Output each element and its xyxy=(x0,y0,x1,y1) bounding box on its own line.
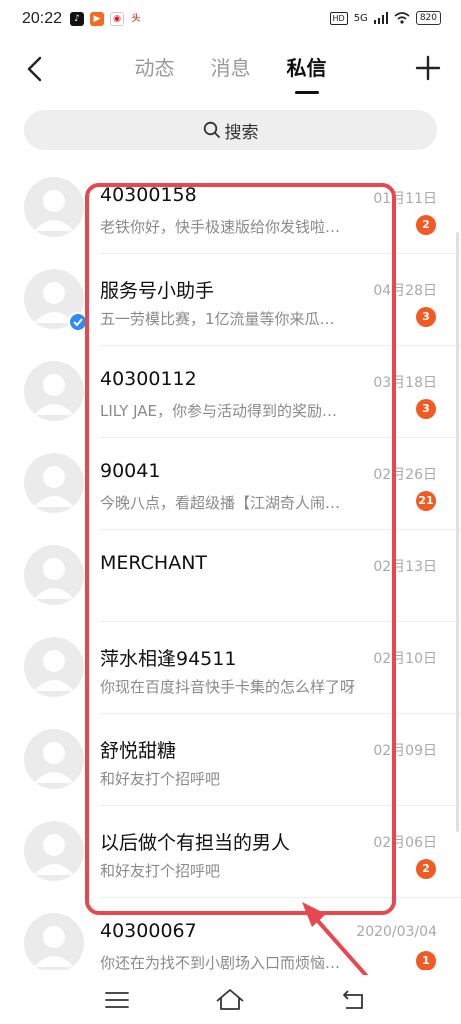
message-date: 02月09日 xyxy=(373,743,437,759)
contact-name: 以后做个有担当的男人 xyxy=(100,832,291,854)
active-tab-indicator xyxy=(294,91,319,94)
tab-dongtai[interactable]: 动态 xyxy=(117,54,193,82)
message-date: 04月28日 xyxy=(373,283,437,299)
tab-bar: 动态 消息 私信 xyxy=(0,54,461,94)
wifi-icon xyxy=(394,12,410,24)
battery-icon: 820 xyxy=(415,11,441,25)
contact-name: MERCHANT xyxy=(100,552,208,574)
status-right: HD 5G 820 xyxy=(329,11,441,25)
search-icon xyxy=(203,121,220,138)
search-bar[interactable]: 搜索 xyxy=(24,110,437,150)
conversation-row[interactable]: 40300112 03月18日 LILY JAE，你参与活动得到的奖励… 3 xyxy=(0,346,461,438)
signal-icon xyxy=(373,12,388,24)
contact-name: 40300158 xyxy=(100,184,197,206)
weibo-icon: ◉ xyxy=(110,12,124,26)
message-date: 02月06日 xyxy=(373,835,437,851)
avatar[interactable] xyxy=(24,545,84,605)
conversation-row[interactable]: 40300067 2020/03/04 你还在为找不到小剧场入口而烦恼… 1 xyxy=(0,898,461,970)
avatar[interactable] xyxy=(24,821,84,881)
scrollbar[interactable] xyxy=(456,232,459,832)
conversation-row[interactable]: 以后做个有担当的男人 02月06日和好友打个招呼吧 2 xyxy=(0,806,461,898)
message-date: 02月13日 xyxy=(373,559,437,575)
avatar[interactable] xyxy=(24,637,84,697)
tab-xiaoxi[interactable]: 消息 xyxy=(193,54,269,82)
menu-icon[interactable] xyxy=(100,983,134,1017)
avatar[interactable] xyxy=(24,729,84,789)
system-nav-bar xyxy=(0,975,461,1024)
top-header: 动态 消息 私信 xyxy=(0,40,461,100)
avatar[interactable] xyxy=(24,177,84,237)
conversation-row[interactable]: 40300158 01月11日老铁你好，快手极速版给你发钱啦… 2 xyxy=(0,162,461,254)
back-nav-icon[interactable] xyxy=(336,983,370,1017)
conversation-row[interactable]: 萍水相逢94511 02月10日你现在百度抖音快手卡集的怎么样了呀 xyxy=(0,622,461,714)
message-date: 2020/03/04 xyxy=(356,924,437,940)
home-icon[interactable] xyxy=(213,983,247,1017)
conversation-row[interactable]: 舒悦甜糖 02月09日和好友打个招呼吧 xyxy=(0,714,461,806)
contact-name: 40300067 xyxy=(100,920,197,942)
status-time: 20:22 xyxy=(22,10,63,27)
douyin-icon: ♪ xyxy=(70,12,84,26)
contact-name: 90041 xyxy=(100,460,161,482)
contact-name: 舒悦甜糖 xyxy=(100,740,177,762)
contact-name: 40300112 xyxy=(100,368,197,390)
unread-badge: 2 xyxy=(416,859,436,879)
verified-check-icon xyxy=(68,312,88,332)
conversation-list[interactable]: 40300158 01月11日老铁你好，快手极速版给你发钱啦… 2 服务号小助手 04月… xyxy=(0,162,461,970)
avatar[interactable] xyxy=(24,361,84,421)
signal-label: 5G xyxy=(353,12,368,24)
avatar[interactable] xyxy=(24,453,84,513)
message-date: 02月10日 xyxy=(373,651,437,667)
contact-name: 萍水相逢94511 xyxy=(100,648,237,670)
message-date: 03月18日 xyxy=(373,375,437,391)
message-date: 02月26日 xyxy=(373,467,437,483)
message-preview: 老铁你好，快手极速版给你发钱啦… xyxy=(100,218,341,236)
message-preview: LILY JAE，你参与活动得到的奖励… xyxy=(100,402,337,420)
message-preview: 你现在百度抖音快手卡集的怎么样了呀 xyxy=(100,678,356,696)
tab-sixin[interactable]: 私信 xyxy=(269,54,345,94)
search-placeholder: 搜索 xyxy=(224,122,259,143)
avatar[interactable] xyxy=(24,913,84,970)
toutiao-icon: 头 xyxy=(130,12,142,26)
unread-badge: 3 xyxy=(416,399,436,419)
message-preview: 和好友打个招呼吧 xyxy=(100,770,221,788)
message-preview: 你还在为找不到小剧场入口而烦恼… xyxy=(100,954,341,970)
plus-icon[interactable] xyxy=(415,54,441,82)
conversation-row[interactable]: MERCHANT 02月13日 xyxy=(0,530,461,622)
status-bar: 20:22 ♪ ▶ ◉ 头 HD 5G 820 xyxy=(0,0,461,40)
hd-icon: HD xyxy=(329,11,348,25)
status-app-icons: ♪ ▶ ◉ 头 xyxy=(70,12,142,26)
message-preview: 和好友打个招呼吧 xyxy=(100,862,221,880)
unread-badge: 3 xyxy=(416,307,436,327)
unread-badge: 1 xyxy=(416,951,436,970)
message-date: 01月11日 xyxy=(373,191,437,207)
kuaishou-icon: ▶ xyxy=(90,12,104,26)
message-preview: 五一劳模比赛，1亿流量等你来瓜… xyxy=(100,310,335,328)
unread-badge: 21 xyxy=(416,491,436,511)
conversation-row[interactable]: 服务号小助手 04月28日五一劳模比赛，1亿流量等你来瓜… 3 xyxy=(0,254,461,346)
conversation-row[interactable]: 90041 02月26日今晚八点，看超级播【江湖奇人闹… 21 xyxy=(0,438,461,530)
contact-name: 服务号小助手 xyxy=(100,280,215,302)
unread-badge: 2 xyxy=(416,215,436,235)
message-preview: 今晚八点，看超级播【江湖奇人闹… xyxy=(100,494,341,512)
